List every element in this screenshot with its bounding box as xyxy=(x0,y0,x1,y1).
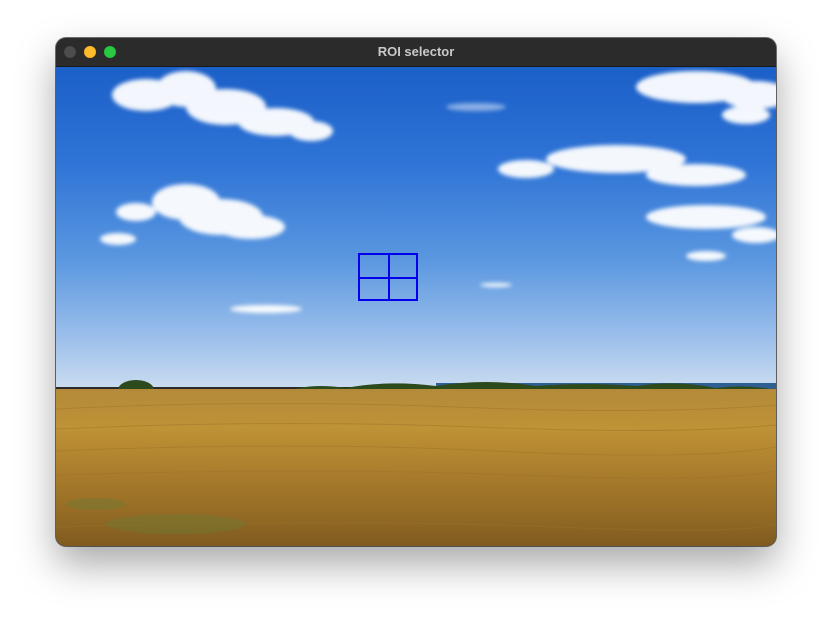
sky-region xyxy=(56,67,776,387)
window-title: ROI selector xyxy=(377,44,455,59)
roi-horizontal-divider xyxy=(360,277,416,279)
field-texture xyxy=(56,402,776,534)
clouds-layer xyxy=(100,71,776,313)
roi-grid[interactable] xyxy=(358,253,418,301)
image-canvas[interactable] xyxy=(56,67,776,546)
wheat-field xyxy=(56,389,776,546)
app-window: ROI selector xyxy=(56,38,776,546)
title-bar[interactable]: ROI selector xyxy=(56,38,776,67)
